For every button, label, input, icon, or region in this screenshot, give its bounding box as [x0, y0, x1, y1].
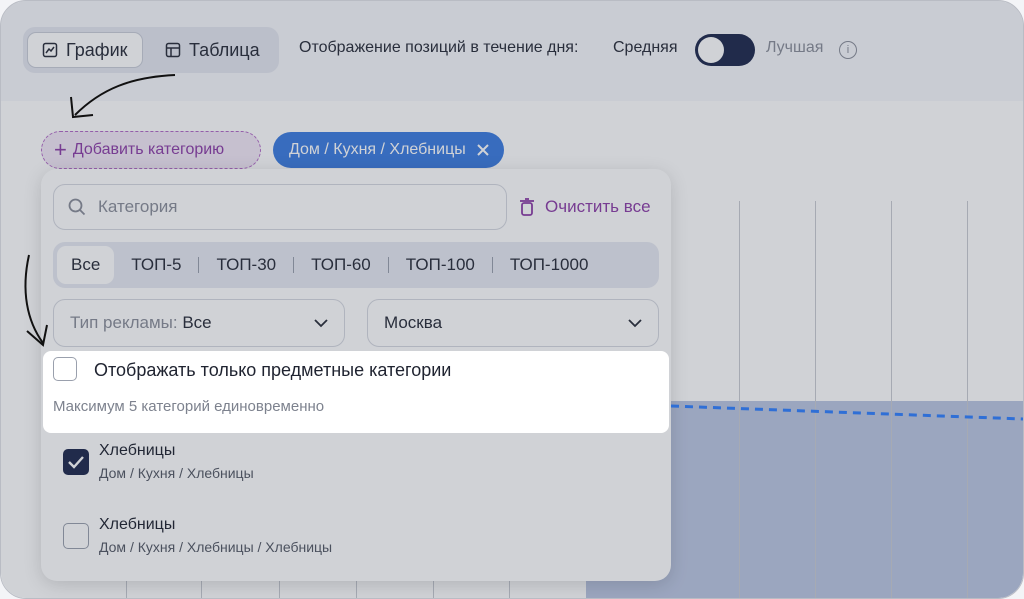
- subject-only-checkbox[interactable]: [53, 357, 77, 381]
- app-frame: График Таблица Отображение позиций в теч…: [0, 0, 1024, 599]
- annotation-arrow-icon: [24, 254, 48, 347]
- trend-line: [671, 404, 1023, 421]
- subject-only-label[interactable]: Отображать только предметные категории: [94, 360, 451, 381]
- annotation-arrow-icon: [70, 74, 176, 119]
- max-categories-note: Максимум 5 категорий единовременно: [53, 398, 325, 415]
